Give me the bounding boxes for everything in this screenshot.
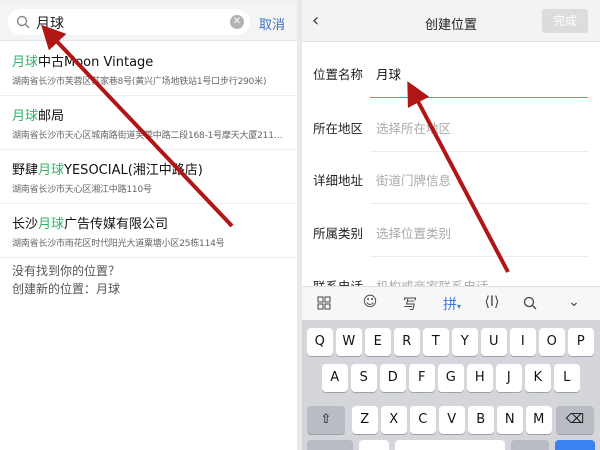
list-item[interactable]: 野肆月球YESOCIAL(湘江中路店) 湖南省长沙市天心区湘江中路110号	[0, 150, 297, 204]
category-select[interactable]: 选择位置类别	[376, 223, 451, 242]
result-title: 月球中古Moon Vintage	[12, 55, 154, 70]
list-item[interactable]: 长沙月球广告传媒有限公司 湖南省长沙市雨花区时代阳光大道粟塘小区25栋114号	[0, 204, 297, 258]
address-field-row[interactable]: 详细地址 街道门牌信息	[302, 152, 600, 204]
key-i[interactable]: I	[510, 328, 536, 356]
name-field-row[interactable]: 位置名称 月球	[302, 46, 600, 98]
lang-key[interactable]	[511, 440, 549, 450]
enter-key[interactable]	[555, 440, 595, 450]
key-o[interactable]: O	[539, 328, 565, 356]
search-icon[interactable]	[516, 294, 544, 314]
key-n[interactable]: N	[497, 406, 523, 434]
key-k[interactable]: K	[525, 364, 551, 392]
not-found-text: 没有找到你的位置？	[12, 264, 121, 278]
contact-label: 联系电话	[313, 276, 363, 286]
key-v[interactable]: V	[439, 406, 465, 434]
space-key[interactable]	[395, 440, 505, 450]
result-list: 月球中古Moon Vintage 湖南省长沙市芙蓉区苏家巷8号(黄兴广场地铁站1…	[0, 42, 297, 258]
key-u[interactable]: U	[481, 328, 507, 356]
region-select[interactable]: 选择所在地区	[376, 118, 451, 137]
search-input[interactable]: 月球 ✕	[8, 9, 250, 35]
create-location-panel: ‹ 创建位置 完成 位置名称 月球 所在地区 选择所在地区 详细地址 街道门牌信…	[302, 0, 600, 450]
address-label: 详细地址	[313, 173, 364, 188]
done-button[interactable]: 完成	[542, 9, 588, 33]
name-label: 位置名称	[313, 67, 364, 82]
key-h[interactable]: H	[467, 364, 493, 392]
region-label: 所在地区	[313, 121, 364, 136]
key-z[interactable]: Z	[352, 406, 378, 434]
cursor-key[interactable]: ⟨I⟩	[478, 294, 506, 310]
header: ‹ 创建位置 完成	[302, 0, 600, 42]
result-address: 湖南省长沙市天心区城南路街道芙蓉中路二段168-1号摩天大厦211…	[12, 131, 283, 141]
address-input[interactable]: 街道门牌信息	[376, 170, 451, 189]
key-y[interactable]: Y	[452, 328, 478, 356]
key-t[interactable]: T	[423, 328, 449, 356]
result-address: 湖南省长沙市天心区湘江中路110号	[12, 185, 152, 195]
key-w[interactable]: W	[336, 328, 362, 356]
region-field-row[interactable]: 所在地区 选择所在地区	[302, 100, 600, 152]
cancel-button[interactable]: 取消	[259, 14, 285, 33]
list-item[interactable]: 月球邮局 湖南省长沙市天心区城南路街道芙蓉中路二段168-1号摩天大厦211…	[0, 96, 297, 150]
chevron-down-icon[interactable]: ⌄	[560, 294, 588, 310]
key-a[interactable]: A	[322, 364, 348, 392]
create-new-text: 创建新的位置：月球	[12, 282, 121, 296]
keyboard-toolbar: ☺ 写 拼▾ ⟨I⟩ ⌄	[302, 286, 600, 320]
search-query: 月球	[36, 16, 64, 32]
name-underline	[370, 96, 588, 98]
comma-key[interactable]	[359, 440, 389, 450]
symbol-key[interactable]	[307, 440, 353, 450]
search-icon	[16, 15, 30, 29]
search-bar: 月球 ✕ 取消	[0, 5, 297, 41]
key-d[interactable]: D	[380, 364, 406, 392]
key-r[interactable]: R	[394, 328, 420, 356]
emoji-icon[interactable]: ☺	[356, 294, 384, 310]
key-s[interactable]: S	[351, 364, 377, 392]
pinyin-key[interactable]: 拼▾	[438, 294, 466, 314]
list-item[interactable]: 月球中古Moon Vintage 湖南省长沙市芙蓉区苏家巷8号(黄兴广场地铁站1…	[0, 42, 297, 96]
keyboard: QWERTYUIOP ASDFGHJKL ZXCVBNM ⇧ ⌫	[302, 320, 600, 450]
result-title: 野肆月球YESOCIAL(湘江中路店)	[12, 163, 203, 178]
contact-field-row[interactable]: 联系电话 机构或商家联系电话	[302, 256, 600, 286]
key-b[interactable]: B	[468, 406, 494, 434]
contact-input[interactable]: 机构或商家联系电话	[376, 276, 489, 286]
result-title: 月球邮局	[12, 109, 65, 124]
key-m[interactable]: M	[526, 406, 552, 434]
key-l[interactable]: L	[554, 364, 580, 392]
category-label: 所属类别	[313, 226, 364, 241]
search-panel: 月球 ✕ 取消 月球中古Moon Vintage 湖南省长沙市芙蓉区苏家巷8号(…	[0, 0, 297, 450]
key-e[interactable]: E	[365, 328, 391, 356]
result-title: 长沙月球广告传媒有限公司	[12, 217, 169, 232]
create-location-link[interactable]: 没有找到你的位置？ 创建新的位置：月球	[12, 262, 120, 298]
key-x[interactable]: X	[381, 406, 407, 434]
key-c[interactable]: C	[410, 406, 436, 434]
key-f[interactable]: F	[409, 364, 435, 392]
name-input[interactable]: 月球	[376, 64, 401, 83]
category-field-row[interactable]: 所属类别 选择位置类别	[302, 205, 600, 257]
handwrite-key[interactable]: 写	[396, 294, 424, 314]
result-address: 湖南省长沙市雨花区时代阳光大道粟塘小区25栋114号	[12, 239, 225, 249]
key-g[interactable]: G	[438, 364, 464, 392]
grid-icon[interactable]	[310, 294, 338, 314]
key-p[interactable]: P	[568, 328, 594, 356]
clear-icon[interactable]: ✕	[230, 15, 244, 29]
divider	[370, 203, 588, 204]
shift-key[interactable]: ⇧	[307, 406, 345, 434]
key-q[interactable]: Q	[307, 328, 333, 356]
backspace-key[interactable]: ⌫	[556, 406, 594, 434]
result-address: 湖南省长沙市芙蓉区苏家巷8号(黄兴广场地铁站1号口步行290米)	[12, 77, 267, 87]
key-j[interactable]: J	[496, 364, 522, 392]
